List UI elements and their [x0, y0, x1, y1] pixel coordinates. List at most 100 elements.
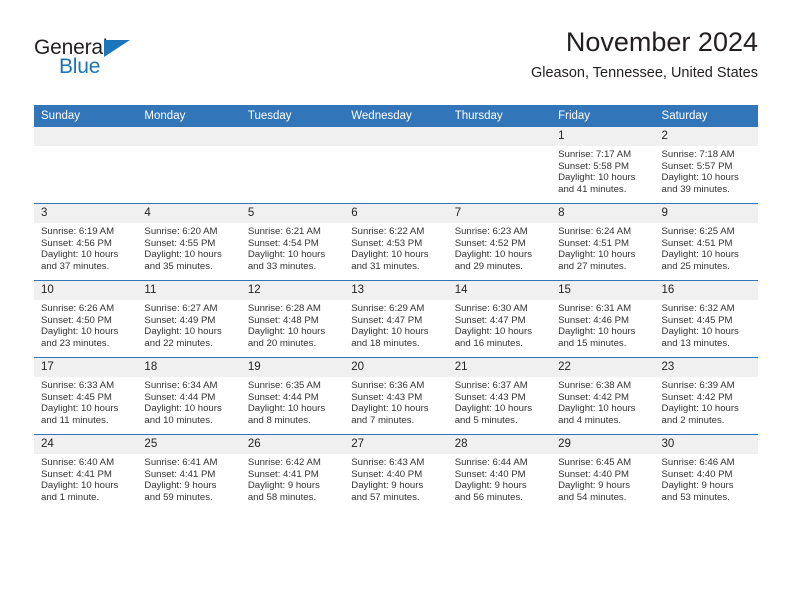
calendar-day-cell[interactable]: 18 Sunrise: 6:34 AM Sunset: 4:44 PM Dayl…	[137, 357, 241, 435]
daylight-text-line1: Daylight: 10 hours	[558, 326, 636, 338]
calendar-day-cell[interactable]: 12 Sunrise: 6:28 AM Sunset: 4:48 PM Dayl…	[240, 280, 345, 358]
calendar-day-cell[interactable]: 8 Sunrise: 6:24 AM Sunset: 4:51 PM Dayli…	[551, 203, 655, 281]
daylight-text-line1: Daylight: 9 hours	[351, 480, 424, 492]
day-number: 18	[137, 358, 241, 377]
calendar-page: General Blue November 2024 Gleason, Tenn…	[0, 0, 792, 612]
day-number: 6	[344, 204, 448, 223]
daylight-text-line1: Daylight: 9 hours	[454, 480, 527, 492]
calendar-day-cell[interactable]: 9 Sunrise: 6:25 AM Sunset: 4:51 PM Dayli…	[654, 203, 758, 281]
calendar-day-cell[interactable]: 16 Sunrise: 6:32 AM Sunset: 4:45 PM Dayl…	[654, 280, 758, 358]
calendar-day-cell[interactable]: 1 Sunrise: 7:17 AM Sunset: 5:58 PM Dayli…	[551, 127, 655, 204]
daylight-text-line1: Daylight: 10 hours	[41, 480, 119, 492]
sunrise-text: Sunrise: 6:22 AM	[351, 226, 425, 237]
day-number: 30	[654, 435, 758, 454]
calendar-day-cell[interactable]: 17 Sunrise: 6:33 AM Sunset: 4:45 PM Dayl…	[34, 357, 138, 435]
sunset-text: Sunset: 4:55 PM	[144, 237, 216, 249]
calendar-day-cell[interactable]: 21 Sunrise: 6:37 AM Sunset: 4:43 PM Dayl…	[447, 357, 552, 435]
day-details: Sunrise: 6:20 AM Sunset: 4:55 PM Dayligh…	[137, 223, 240, 272]
weekday-header-saturday: Saturday	[654, 105, 758, 127]
sunset-text: Sunset: 4:45 PM	[661, 314, 733, 326]
calendar-week-row: 17 Sunrise: 6:33 AM Sunset: 4:45 PM Dayl…	[34, 357, 758, 435]
calendar-day-cell[interactable]: 23 Sunrise: 6:39 AM Sunset: 4:42 PM Dayl…	[654, 357, 758, 435]
calendar-day-cell[interactable]: 5 Sunrise: 6:21 AM Sunset: 4:54 PM Dayli…	[240, 203, 345, 281]
calendar-day-cell[interactable]: 25 Sunrise: 6:41 AM Sunset: 4:41 PM Dayl…	[137, 434, 241, 511]
calendar-day-cell[interactable]: 2 Sunrise: 7:18 AM Sunset: 5:57 PM Dayli…	[654, 127, 758, 204]
day-number: 1	[551, 127, 655, 146]
weekday-header-tuesday: Tuesday	[240, 105, 345, 127]
daylight-text-line1: Daylight: 10 hours	[558, 172, 636, 184]
day-number: 5	[240, 204, 345, 223]
day-details: Sunrise: 6:23 AM Sunset: 4:52 PM Dayligh…	[448, 223, 551, 272]
calendar-day-cell[interactable]: 4 Sunrise: 6:20 AM Sunset: 4:55 PM Dayli…	[137, 203, 241, 281]
day-details: Sunrise: 6:28 AM Sunset: 4:48 PM Dayligh…	[241, 300, 344, 349]
daylight-text-line1: Daylight: 10 hours	[661, 172, 739, 184]
calendar-day-cell[interactable]: 11 Sunrise: 6:27 AM Sunset: 4:49 PM Dayl…	[137, 280, 241, 358]
daylight-text-line2: and 8 minutes.	[247, 414, 311, 426]
calendar-day-cell[interactable]: 3 Sunrise: 6:19 AM Sunset: 4:56 PM Dayli…	[34, 203, 138, 281]
calendar-day-cell[interactable]	[34, 127, 138, 204]
sunset-text: Sunset: 4:40 PM	[351, 468, 423, 480]
calendar-day-cell[interactable]: 22 Sunrise: 6:38 AM Sunset: 4:42 PM Dayl…	[551, 357, 655, 435]
daylight-text-line2: and 56 minutes.	[454, 491, 523, 503]
daylight-text-line2: and 57 minutes.	[351, 491, 420, 503]
sunrise-text: Sunrise: 6:26 AM	[41, 303, 115, 314]
sunrise-text: Sunrise: 6:20 AM	[144, 226, 218, 237]
calendar-day-cell[interactable]: 30 Sunrise: 6:46 AM Sunset: 4:40 PM Dayl…	[654, 434, 758, 511]
daylight-text-line1: Daylight: 10 hours	[144, 326, 222, 338]
daylight-text-line1: Daylight: 10 hours	[41, 326, 119, 338]
day-details	[137, 146, 240, 149]
calendar-day-cell[interactable]	[447, 127, 552, 204]
day-details: Sunrise: 6:30 AM Sunset: 4:47 PM Dayligh…	[448, 300, 551, 349]
calendar-table: Sunday Monday Tuesday Wednesday Thursday…	[34, 105, 758, 511]
calendar-day-cell[interactable]	[240, 127, 345, 204]
sunset-text: Sunset: 4:41 PM	[41, 468, 112, 480]
day-details: Sunrise: 6:46 AM Sunset: 4:40 PM Dayligh…	[655, 454, 758, 503]
day-details: Sunrise: 7:17 AM Sunset: 5:58 PM Dayligh…	[551, 146, 654, 195]
calendar-day-cell[interactable]: 14 Sunrise: 6:30 AM Sunset: 4:47 PM Dayl…	[447, 280, 552, 358]
daylight-text-line2: and 35 minutes.	[144, 260, 213, 272]
calendar-day-cell[interactable]: 29 Sunrise: 6:45 AM Sunset: 4:40 PM Dayl…	[551, 434, 655, 511]
sunrise-text: Sunrise: 6:31 AM	[558, 303, 632, 314]
sunset-text: Sunset: 4:52 PM	[454, 237, 526, 249]
calendar-day-cell[interactable]: 20 Sunrise: 6:36 AM Sunset: 4:43 PM Dayl…	[344, 357, 448, 435]
calendar-day-cell[interactable]	[137, 127, 241, 204]
logo-text-blue: Blue	[59, 55, 101, 78]
daylight-text-line1: Daylight: 10 hours	[247, 249, 326, 261]
day-details	[344, 146, 447, 149]
weekday-header-thursday: Thursday	[447, 105, 552, 127]
daylight-text-line2: and 33 minutes.	[247, 260, 317, 272]
calendar-week-row: 3 Sunrise: 6:19 AM Sunset: 4:56 PM Dayli…	[34, 203, 758, 281]
calendar-day-cell[interactable]: 19 Sunrise: 6:35 AM Sunset: 4:44 PM Dayl…	[240, 357, 345, 435]
calendar-day-cell[interactable]: 24 Sunrise: 6:40 AM Sunset: 4:41 PM Dayl…	[34, 434, 138, 511]
calendar-day-cell[interactable]	[344, 127, 448, 204]
day-number	[344, 127, 448, 146]
sunset-text: Sunset: 4:40 PM	[661, 468, 733, 480]
calendar-day-cell[interactable]: 7 Sunrise: 6:23 AM Sunset: 4:52 PM Dayli…	[447, 203, 552, 281]
day-number: 28	[447, 435, 552, 454]
calendar-day-cell[interactable]: 6 Sunrise: 6:22 AM Sunset: 4:53 PM Dayli…	[344, 203, 448, 281]
calendar-day-cell[interactable]: 10 Sunrise: 6:26 AM Sunset: 4:50 PM Dayl…	[34, 280, 138, 358]
calendar-day-cell[interactable]: 13 Sunrise: 6:29 AM Sunset: 4:47 PM Dayl…	[344, 280, 448, 358]
daylight-text-line2: and 15 minutes.	[558, 337, 627, 349]
day-number: 3	[34, 204, 138, 223]
day-number: 15	[551, 281, 655, 300]
day-details: Sunrise: 6:44 AM Sunset: 4:40 PM Dayligh…	[448, 454, 551, 503]
day-number: 21	[447, 358, 552, 377]
sunset-text: Sunset: 4:49 PM	[144, 314, 216, 326]
day-details	[241, 146, 344, 149]
page-subtitle-location: Gleason, Tennessee, United States	[530, 65, 758, 81]
sunset-text: Sunset: 4:41 PM	[247, 468, 319, 480]
sunrise-text: Sunrise: 6:43 AM	[351, 457, 425, 468]
calendar-day-cell[interactable]: 27 Sunrise: 6:43 AM Sunset: 4:40 PM Dayl…	[344, 434, 448, 511]
daylight-text-line2: and 54 minutes.	[558, 491, 627, 503]
day-details: Sunrise: 6:42 AM Sunset: 4:41 PM Dayligh…	[241, 454, 344, 503]
calendar-day-cell[interactable]: 15 Sunrise: 6:31 AM Sunset: 4:46 PM Dayl…	[551, 280, 655, 358]
generalblue-logo[interactable]: General Blue	[34, 36, 224, 88]
calendar-day-cell[interactable]: 28 Sunrise: 6:44 AM Sunset: 4:40 PM Dayl…	[447, 434, 552, 511]
sunrise-text: Sunrise: 6:19 AM	[41, 226, 115, 237]
daylight-text-line1: Daylight: 10 hours	[661, 326, 739, 338]
calendar-day-cell[interactable]: 26 Sunrise: 6:42 AM Sunset: 4:41 PM Dayl…	[240, 434, 345, 511]
calendar-week-row: 10 Sunrise: 6:26 AM Sunset: 4:50 PM Dayl…	[34, 280, 758, 358]
day-details: Sunrise: 6:33 AM Sunset: 4:45 PM Dayligh…	[34, 377, 137, 426]
day-details: Sunrise: 6:41 AM Sunset: 4:41 PM Dayligh…	[137, 454, 240, 503]
